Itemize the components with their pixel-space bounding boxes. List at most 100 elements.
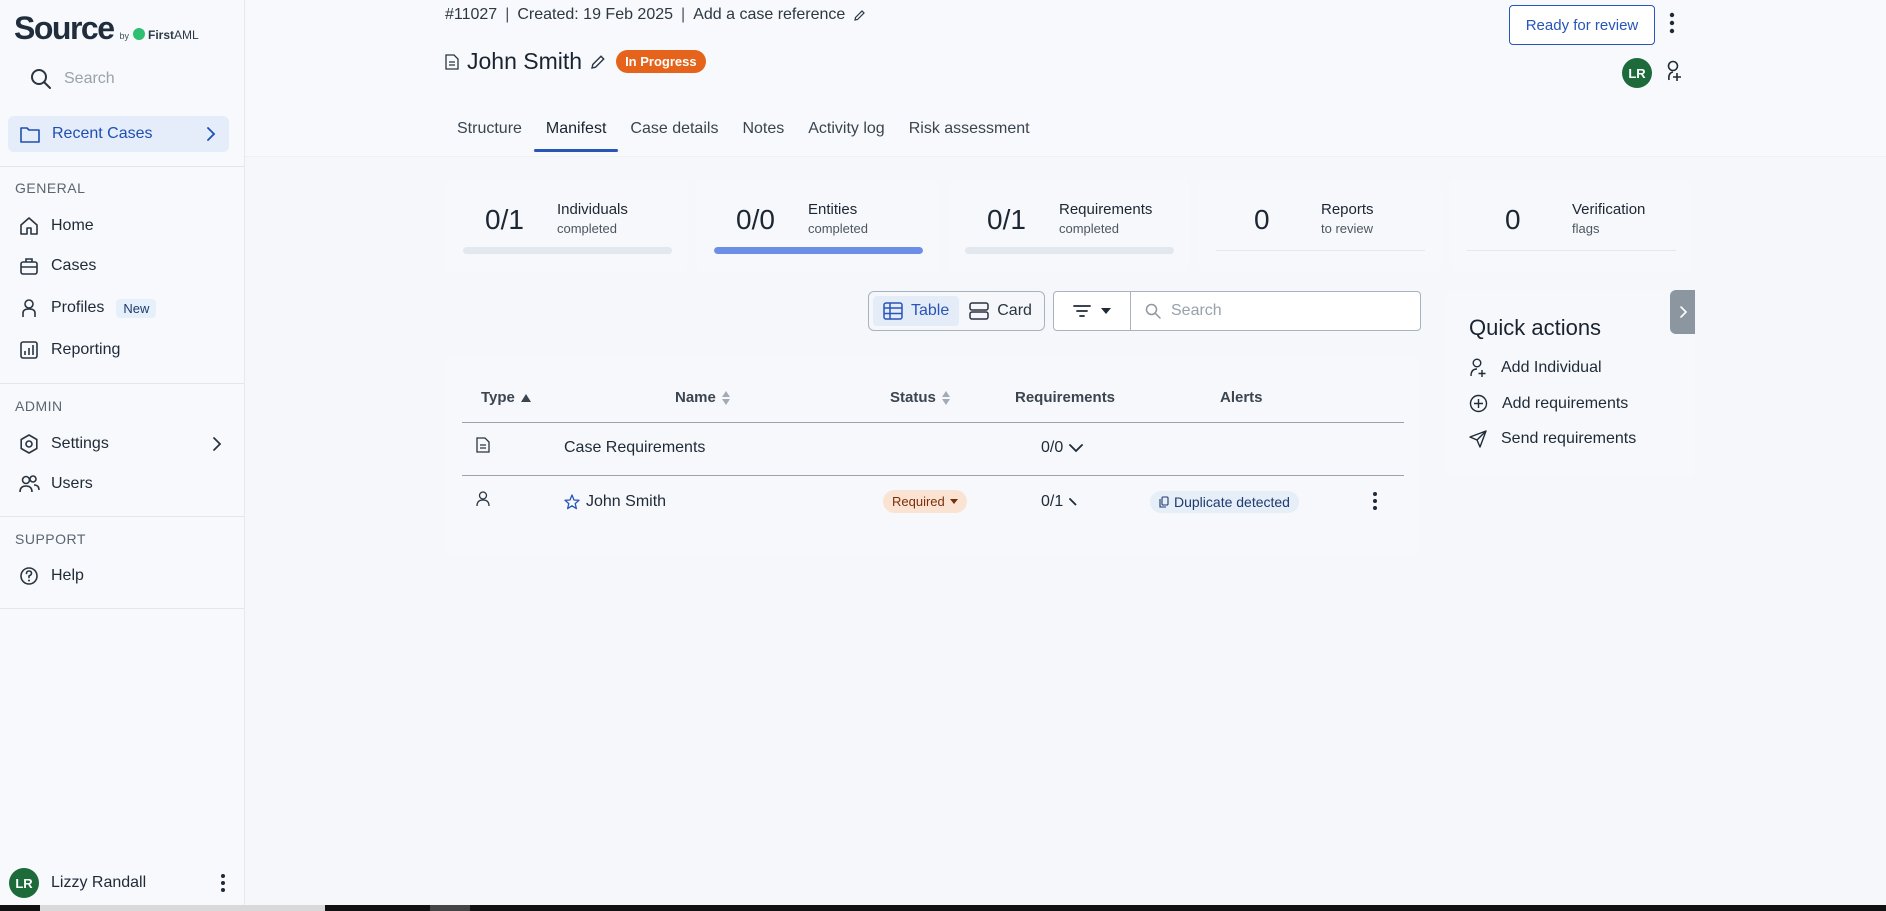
stat-reports[interactable]: 0 Reports to review	[1198, 180, 1441, 272]
more-options-icon[interactable]	[1669, 12, 1675, 34]
sort-icon	[721, 390, 730, 405]
nav-item-users[interactable]: Users	[18, 473, 223, 495]
card-view-button[interactable]: Card	[959, 296, 1042, 326]
nav-item-settings[interactable]: Settings	[18, 433, 223, 455]
table-header: Type Name Status Requirements Alerts	[462, 377, 1404, 423]
table-search-input[interactable]	[1171, 302, 1391, 320]
quick-action-label: Add requirements	[1502, 394, 1629, 412]
star-icon[interactable]	[564, 494, 580, 510]
nav-item-help[interactable]: Help	[18, 565, 223, 587]
row-actions-button[interactable]	[1372, 491, 1378, 511]
stat-value: 0/0	[736, 204, 775, 235]
briefcase-icon	[18, 255, 40, 277]
row-name-link[interactable]: John Smith	[586, 493, 666, 511]
search-icon	[1145, 303, 1161, 319]
current-user: LR Lizzy Randall	[9, 868, 226, 898]
nav-item-reporting[interactable]: Reporting	[18, 339, 223, 361]
stat-label: Entities	[808, 201, 858, 218]
alert-cell: Duplicate detected	[1150, 491, 1299, 513]
table-row[interactable]: John Smith Required 0/1 Duplicate detect…	[462, 477, 1404, 530]
assign-user-icon[interactable]	[1665, 60, 1683, 84]
column-header-alerts: Alerts	[1220, 389, 1263, 406]
stat-individuals[interactable]: 0/1 Individuals completed	[445, 180, 688, 272]
tab-risk-assessment[interactable]: Risk assessment	[897, 110, 1042, 152]
case-id: #11027	[445, 6, 498, 23]
recent-cases-label: Recent Cases	[52, 125, 153, 142]
tab-structure[interactable]: Structure	[445, 110, 534, 152]
view-toggle: Table Card	[868, 291, 1045, 331]
kebab-menu-icon	[1373, 492, 1377, 510]
column-header-type[interactable]: Type	[481, 389, 531, 406]
logo-brand: FirstAML	[148, 28, 199, 42]
page-title: John Smith	[467, 48, 583, 74]
kebab-menu-icon[interactable]	[220, 873, 226, 893]
assignee-avatar[interactable]: LR	[1622, 58, 1652, 88]
status-dropdown[interactable]: Required	[883, 490, 967, 513]
nav-item-label: Home	[51, 217, 94, 234]
logo-by: by	[119, 31, 129, 41]
divider	[1216, 250, 1425, 251]
new-badge: New	[116, 298, 157, 318]
stat-entities[interactable]: 0/0 Entities completed	[696, 180, 939, 272]
column-header-name[interactable]: Name	[675, 389, 730, 406]
quick-actions-title: Quick actions	[1469, 315, 1602, 340]
nav-item-home[interactable]: Home	[18, 215, 223, 237]
sidebar-search-input[interactable]	[64, 70, 234, 88]
nav-item-profiles[interactable]: Profiles New	[18, 297, 223, 319]
send-requirements-action[interactable]: Send requirements	[1469, 430, 1636, 448]
case-reference-link[interactable]: Add a case reference	[693, 6, 845, 24]
nav-item-cases[interactable]: Cases	[18, 255, 223, 277]
table-view-button[interactable]: Table	[873, 296, 960, 326]
chevron-down-icon	[1069, 443, 1084, 452]
table-icon	[883, 302, 903, 320]
tab-manifest[interactable]: Manifest	[533, 110, 619, 152]
column-header-requirements: Requirements	[1015, 389, 1116, 406]
toggle-quick-actions-button[interactable]	[1670, 290, 1695, 334]
folder-icon	[20, 127, 40, 143]
requirements-toggle[interactable]: 0/1	[1041, 493, 1083, 511]
column-header-status[interactable]: Status	[890, 389, 950, 406]
stat-value: 0/1	[987, 204, 1026, 235]
tab-activity-log[interactable]: Activity log	[796, 110, 896, 152]
add-individual-action[interactable]: Add Individual	[1469, 358, 1602, 378]
recent-cases-button[interactable]: Recent Cases	[8, 116, 229, 152]
stat-requirements[interactable]: 0/1 Requirements completed	[947, 180, 1190, 272]
logo-text: Source	[14, 10, 115, 46]
pencil-icon[interactable]	[853, 9, 866, 22]
ready-for-review-button[interactable]: Ready for review	[1509, 5, 1655, 45]
table-row[interactable]: Case Requirements 0/0	[462, 423, 1404, 476]
sidebar-search	[30, 68, 234, 90]
taskbar-segment	[430, 905, 470, 911]
section-title-admin: ADMIN	[15, 398, 63, 414]
chart-icon	[18, 339, 40, 361]
filter-icon	[1073, 305, 1091, 317]
stat-sublabel: flags	[1572, 221, 1600, 236]
search-icon	[31, 69, 51, 89]
nav-item-label: Profiles	[51, 299, 105, 316]
tab-case-details[interactable]: Case details	[618, 110, 730, 152]
sidebar: Source by FirstAML Recent Cases GENERAL …	[0, 0, 245, 905]
plus-circle-icon	[1469, 394, 1488, 413]
help-icon	[18, 565, 40, 587]
status-pill[interactable]: Required	[883, 490, 967, 513]
progress-bar	[463, 247, 672, 254]
case-title-row: John Smith In Progress	[445, 48, 706, 75]
logo[interactable]: Source by FirstAML	[14, 10, 199, 47]
tab-notes[interactable]: Notes	[730, 110, 796, 152]
avatar[interactable]: LR	[9, 868, 39, 898]
add-requirements-action[interactable]: Add requirements	[1469, 394, 1628, 413]
person-icon	[476, 491, 490, 507]
copy-icon	[1159, 496, 1169, 508]
nav-item-label: Reporting	[51, 341, 121, 358]
filter-button[interactable]	[1054, 292, 1131, 330]
table-search	[1131, 292, 1420, 330]
stat-label: Verification	[1572, 201, 1646, 218]
duplicate-alert-badge[interactable]: Duplicate detected	[1150, 491, 1299, 513]
user-name: Lizzy Randall	[51, 874, 147, 891]
stat-verification[interactable]: 0 Verification flags	[1449, 180, 1692, 272]
person-icon	[18, 297, 40, 319]
person-add-icon	[1470, 358, 1486, 377]
manifest-table: Type Name Status Requirements Alerts Cas…	[445, 357, 1420, 557]
edit-icon[interactable]	[590, 54, 606, 70]
requirements-toggle[interactable]: 0/0	[1041, 439, 1084, 457]
